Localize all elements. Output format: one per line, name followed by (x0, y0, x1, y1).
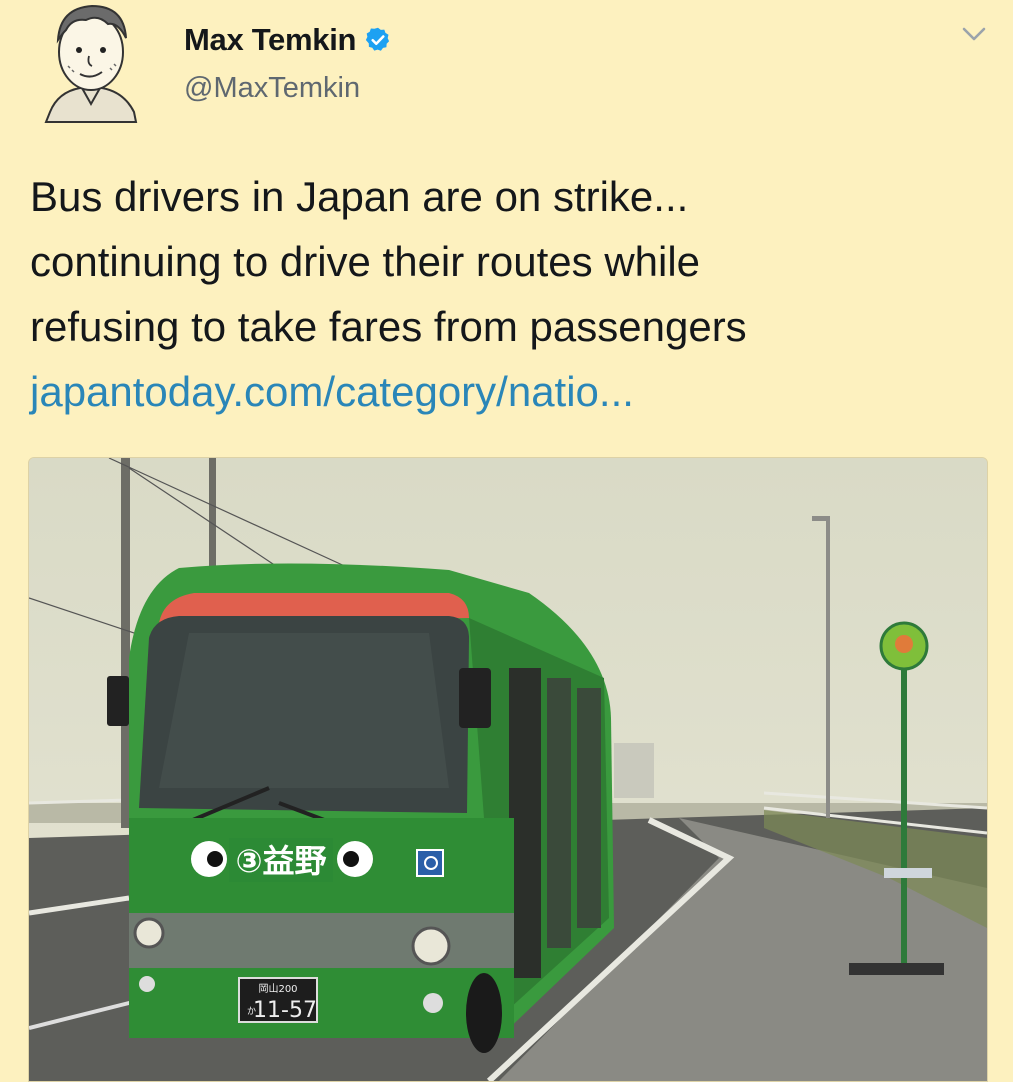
tweet-text: Bus drivers in Japan are on strike... co… (30, 164, 990, 424)
author-handle[interactable]: @MaxTemkin (184, 72, 360, 105)
tweet-link[interactable]: japantoday.com/category/natio... (30, 359, 990, 424)
bus-route-sign: ③益野 (235, 842, 326, 880)
verified-badge-icon (366, 27, 390, 51)
tweet-text-line: refusing to take fares from passengers (30, 303, 747, 350)
plate-number: 11-57 (253, 998, 317, 1023)
tweet-text-line: continuing to drive their routes while (30, 238, 701, 285)
tweet-photo[interactable]: ③益野 岡山200 か 11-57 (28, 457, 988, 1082)
chevron-down-icon[interactable] (960, 20, 988, 48)
author-name[interactable]: Max Temkin (184, 22, 356, 58)
author-avatar[interactable] (38, 0, 144, 126)
plate-region: 岡山200 (258, 983, 297, 995)
author-name-row[interactable]: Max Temkin (184, 22, 392, 58)
tweet-text-line: Bus drivers in Japan are on strike... (30, 173, 689, 220)
